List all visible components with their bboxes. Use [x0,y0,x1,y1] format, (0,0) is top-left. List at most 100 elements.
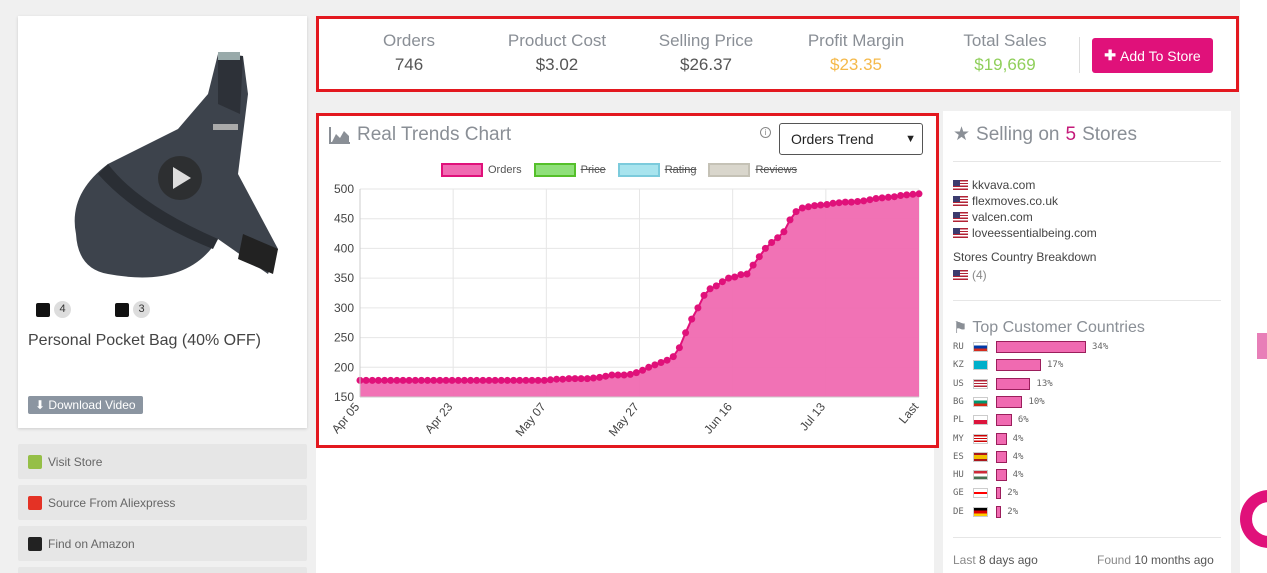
legend-label: Reviews [755,164,798,176]
country-bar [996,469,1007,482]
x-tick-label: Apr 23 [422,400,456,436]
download-video-button[interactable]: ⬇ Download Video [28,396,143,414]
orders-point [411,376,419,384]
orders-point [405,376,413,384]
breakdown-title: Stores Country Breakdown [953,250,1097,264]
orders-point [897,192,905,199]
amazon-link[interactable]: Find on Amazon [18,526,307,561]
stat-label: Orders [383,31,435,50]
chart-legend: Orders Price Rating Reviews [441,163,797,177]
orders-point [596,373,604,381]
country-row: ES 4% [953,450,1023,464]
country-code: US [953,378,964,389]
store-item[interactable]: valcen.com [953,209,1097,225]
orders-point [688,315,696,323]
country-bar [996,377,1031,390]
chevron-down-icon: ▼ [905,133,916,145]
stat-label: Total Sales [963,31,1047,50]
orders-point [460,376,468,384]
legend-item[interactable]: Price [533,163,606,177]
store-counts: 4 3 [36,301,150,318]
woocommerce-icon [115,302,129,317]
country-bar [996,505,1002,518]
woocommerce-count: 3 [133,301,150,318]
divider [953,537,1221,538]
orders-point [528,376,536,384]
legend-swatch [617,163,660,177]
chart-panel-footer [316,448,934,573]
aliexpress-link[interactable]: Source From Aliexpress [18,485,307,520]
aliexpress-icon [28,495,42,510]
legend-swatch [533,163,576,177]
orders-point [774,234,782,242]
orders-point [467,376,475,384]
more-link[interactable] [18,567,307,573]
orders-point [516,376,524,384]
chart-panel-title: Real Trends Chart [329,124,511,146]
orders-point [823,201,831,208]
legend-item[interactable]: Rating [617,163,696,177]
country-code: MY [953,433,964,444]
product-title: Personal Pocket Bag (40% OFF) [28,332,261,349]
stat-selling-price: Selling Price $26.37 [649,31,763,75]
orders-point [675,344,683,352]
country-row: RU 34% [953,340,1108,354]
orders-point [553,375,561,383]
y-tick-label: 450 [334,212,354,226]
product-image[interactable] [68,34,283,304]
y-tick-label: 300 [334,301,354,315]
aliexpress-label: Source From Aliexpress [48,495,176,510]
orders-point [626,370,634,378]
country-row: KZ 17% [953,358,1063,372]
us-flag-icon [973,378,988,389]
legend-item[interactable]: Reviews [708,163,797,177]
us-flag-icon [953,180,968,190]
found-value: 10 months ago [1134,553,1214,567]
x-tick-label: May 27 [606,400,642,439]
stat-orders: Orders 746 [377,31,441,75]
divider [953,161,1221,162]
orders-point [663,356,671,364]
orders-point [725,274,733,282]
last-value: 8 days ago [979,553,1038,567]
right-edge-panel [1240,0,1267,573]
visit-store-link[interactable]: Visit Store [18,444,307,479]
trend-select[interactable]: Orders Trend ▼ [779,123,923,155]
top-countries-text: Top Customer Countries [972,319,1145,336]
stat-product-cost: Product Cost $3.02 [497,31,617,75]
store-item[interactable]: loveessentialbeing.com [953,225,1097,241]
country-percent: 2% [1007,488,1019,499]
orders-point [872,195,880,202]
orders-point [792,208,800,216]
orders-point [743,270,751,278]
selling-prefix: Selling on [976,123,1060,145]
selling-suffix: Stores [1082,123,1137,145]
stat-total-sales: Total Sales $19,669 [955,31,1055,75]
country-bar [996,432,1007,445]
stat-profit-margin: Profit Margin $23.35 [796,31,916,75]
info-icon[interactable]: i [760,127,771,138]
y-tick-label: 500 [334,182,354,196]
country-code: ES [953,451,964,462]
orders-point [731,273,739,281]
stat-value: $3.02 [535,55,579,74]
country-bar [996,414,1012,427]
orders-point [485,376,493,384]
country-row: MY 4% [953,432,1023,446]
product-card: 4 3 Personal Pocket Bag (40% OFF) ⬇ Down… [18,16,307,428]
orders-point [909,190,917,198]
legend-swatch [441,163,483,177]
add-to-store-button[interactable]: ✚ Add To Store [1092,38,1213,73]
orders-point [534,376,542,384]
shopify-count: 4 [54,301,71,318]
orders-point [522,376,530,384]
legend-item[interactable]: Orders [441,163,522,177]
store-item[interactable]: kkvava.com [953,177,1097,193]
orders-point [915,190,923,198]
orders-point [454,376,462,384]
orders-point [362,376,370,384]
orders-point [479,376,487,384]
area-chart-icon [329,127,350,144]
orders-point [768,239,776,246]
store-item[interactable]: flexmoves.co.uk [953,193,1097,209]
